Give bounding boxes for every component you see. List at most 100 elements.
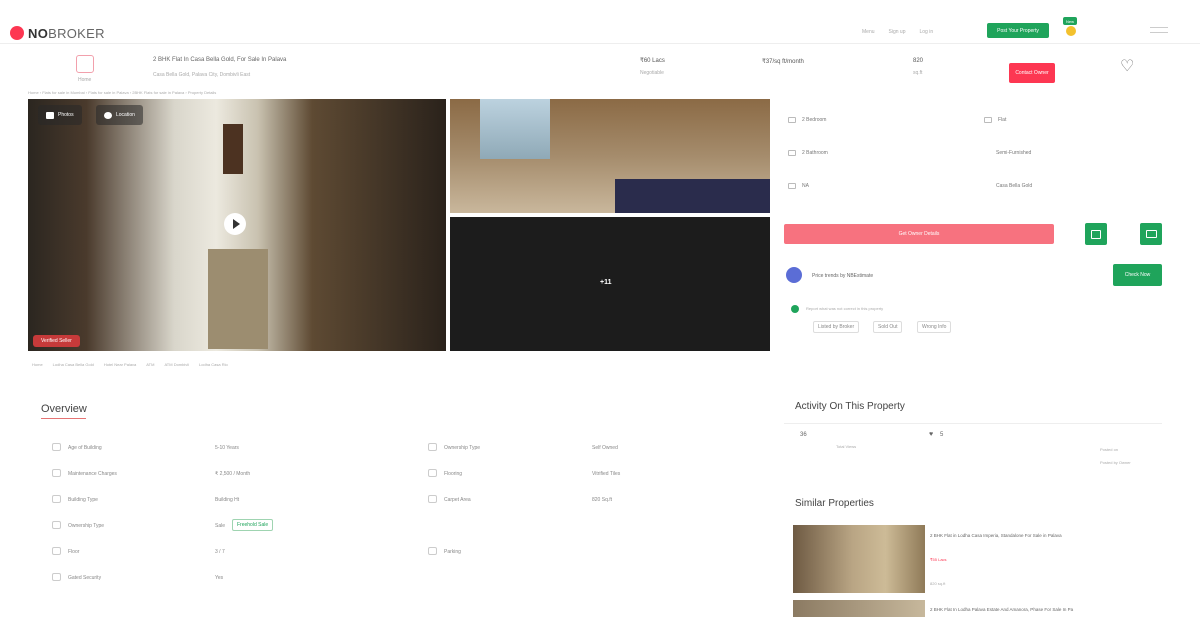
activity-divider — [784, 423, 1162, 424]
estimate-icon — [786, 267, 802, 283]
similar-card-price: ₹55 Lacs — [930, 557, 947, 562]
building-icon — [984, 117, 992, 123]
nearby-link[interactable]: Lodha Casa Rio — [199, 362, 228, 367]
nearby-link[interactable]: Home — [32, 362, 43, 367]
nearby-link[interactable]: Hotel Near Palava — [104, 362, 136, 367]
overview-label: Ownership Type — [68, 523, 105, 529]
overview-value: 5-10 Years — [215, 445, 239, 451]
post-property-button[interactable]: Post Your Property — [987, 23, 1049, 38]
building-type-icon — [52, 495, 61, 503]
estimate-title: Price trends by NBEstimate — [812, 273, 874, 279]
posted-value: Posted by Owner — [1100, 460, 1131, 465]
menu-link[interactable]: Menu — [862, 29, 875, 35]
freehold-badge: Freehold Sale — [232, 519, 274, 531]
get-owner-details-button[interactable]: Get Owner Details — [784, 224, 1054, 244]
overview-value: Vitrified Tiles — [592, 471, 621, 477]
header-links: Menu Sign up Log in — [862, 29, 933, 35]
overview-value: 820 Sq.ft — [592, 497, 613, 503]
heart-icon[interactable]: ♡ — [1120, 58, 1138, 76]
chat-icon — [1145, 230, 1157, 238]
photos-chip[interactable]: Photos — [38, 105, 82, 125]
age-icon — [52, 443, 61, 451]
similar-card-title[interactable]: 2 BHK Flat in Lodha Casa Imperia, Standa… — [930, 533, 1062, 538]
similar-card-title[interactable]: 2 BHK Flat In Lodha Palava Estate And Am… — [930, 607, 1073, 612]
spec-type: Flat — [984, 117, 1006, 123]
contact-owner-button[interactable]: Contact Owner — [1009, 63, 1055, 83]
emi-value: ₹37/sq ft/month — [762, 59, 804, 65]
more-photos-tile[interactable]: +11 — [450, 217, 770, 351]
overview-label: Floor — [68, 549, 80, 555]
bedroom-photo[interactable] — [450, 99, 770, 213]
breadcrumb[interactable]: Home › Flats for sale in Mumbai › Flats … — [28, 90, 216, 95]
maintenance-icon — [52, 469, 61, 477]
nearby-link[interactable]: ATM Dombivli — [164, 362, 189, 367]
spec-bathroom: 2 Bathroom — [788, 150, 828, 156]
nearby-link[interactable]: ATM — [146, 362, 154, 367]
top-header: NOBROKER Menu Sign up Log in Post Your P… — [0, 0, 1200, 44]
overview-label: Carpet Area — [444, 497, 471, 503]
property-subtitle: Casa Bella Gold, Palava City, Dombivli E… — [153, 72, 251, 78]
signup-link[interactable]: Sign up — [889, 29, 906, 35]
play-video-icon[interactable] — [224, 213, 246, 235]
offer-icon[interactable] — [1066, 26, 1076, 36]
bed-icon — [788, 117, 796, 123]
similar-title: Similar Properties — [795, 498, 874, 509]
similar-card-meta: 820 sq.ft — [930, 581, 946, 586]
floor-icon — [52, 547, 61, 555]
spec-balcony: NA — [788, 183, 809, 189]
overview-value: Sale — [215, 523, 226, 529]
ownership-type-icon — [428, 443, 437, 451]
wall-frame — [223, 124, 243, 174]
nearby-link[interactable]: Lodha Casa Bella Gold — [53, 362, 94, 367]
activity-title: Activity On This Property — [795, 401, 905, 412]
bed-cover — [615, 179, 770, 213]
overview-value: Building Ht — [215, 497, 240, 503]
report-tag[interactable]: Wrong Info — [917, 321, 952, 333]
price-note: Negotiable — [640, 70, 664, 76]
home-label: Home — [78, 77, 92, 83]
views-label: Total Views — [836, 444, 857, 449]
report-icon — [791, 305, 799, 313]
balcony-icon — [788, 183, 796, 189]
area-unit: sq.ft — [913, 70, 923, 76]
shortlist-icon: ♥ — [929, 431, 934, 438]
area-value: 820 — [913, 58, 924, 64]
nobroker-logo[interactable]: NOBROKER — [28, 26, 105, 41]
overview-underline — [41, 418, 86, 419]
calendar-button[interactable] — [1085, 223, 1107, 245]
spec-furnishing: Semi-Furnished — [996, 150, 1032, 156]
overview-label: Ownership Type — [444, 445, 481, 451]
overview-label: Flooring — [444, 471, 463, 477]
nearby-links: Home Lodha Casa Bella Gold Hotel Near Pa… — [32, 362, 228, 367]
report-note: Report what was not correct in this prop… — [806, 306, 884, 311]
more-photos-count: +11 — [600, 279, 612, 286]
chat-button[interactable] — [1140, 223, 1162, 245]
calendar-icon — [1091, 229, 1101, 239]
similar-card-image[interactable] — [793, 525, 925, 593]
views-count: 36 — [800, 432, 807, 438]
camera-icon — [46, 111, 54, 119]
new-badge: New — [1063, 17, 1077, 25]
bath-icon — [788, 150, 796, 156]
check-now-button[interactable]: Check Now — [1113, 264, 1162, 286]
report-tag[interactable]: Sold Out — [873, 321, 903, 333]
price: ₹60 Lacs — [640, 58, 665, 64]
location-chip[interactable]: Location — [96, 105, 143, 125]
overview-value: 3 / 7 — [215, 549, 225, 555]
login-link[interactable]: Log in — [919, 29, 933, 35]
verified-chip: Verified Seller — [33, 335, 80, 347]
hamburger-menu-icon[interactable] — [1150, 27, 1168, 33]
overview-value: Self Owned — [592, 445, 618, 451]
location-icon — [104, 111, 112, 119]
overview-label: Parking — [444, 549, 461, 555]
report-tag[interactable]: Listed by Broker — [813, 321, 860, 333]
main-photo[interactable]: Photos Location Verified Seller — [28, 99, 446, 351]
similar-card-image[interactable] — [793, 600, 925, 617]
nobroker-logo-icon[interactable] — [10, 26, 24, 40]
home-icon[interactable] — [76, 55, 94, 73]
spec-bedroom: 2 Bedroom — [788, 117, 826, 123]
gated-icon — [52, 573, 61, 581]
overview-title: Overview — [41, 403, 87, 415]
parking-icon — [428, 547, 437, 555]
carpet-icon — [428, 495, 437, 503]
